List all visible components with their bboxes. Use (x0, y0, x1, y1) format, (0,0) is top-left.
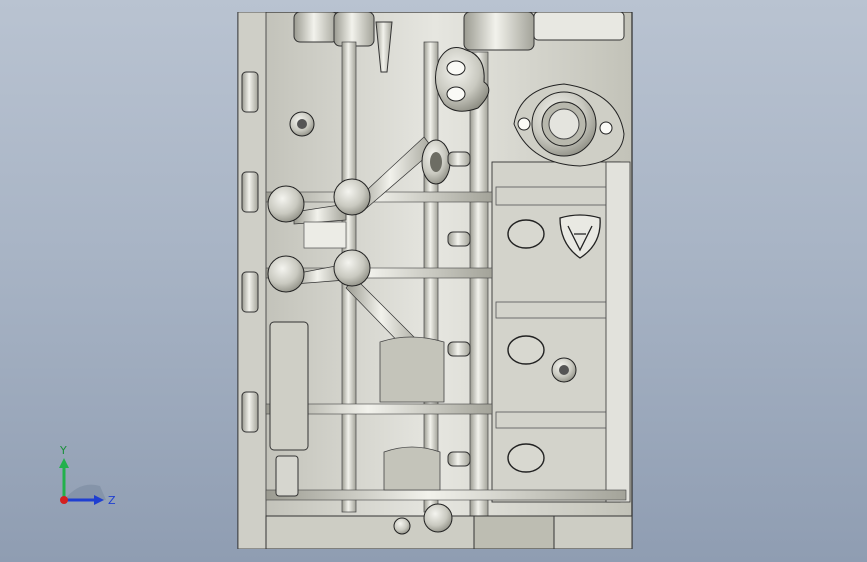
bottom-boss (423, 503, 453, 533)
z-axis-label: Z (108, 494, 116, 507)
y-axis-arrow-icon (59, 458, 69, 468)
lower-pad (269, 321, 309, 451)
node-3 (267, 255, 305, 293)
top-boss-3 (463, 12, 535, 51)
top-boss-2 (333, 12, 375, 47)
oval-window-1 (507, 219, 545, 249)
node-1 (267, 185, 305, 223)
node-4 (333, 249, 371, 287)
triad-shadow (64, 484, 106, 500)
top-boss-4 (533, 12, 625, 41)
rib-4 (265, 489, 627, 501)
node-2 (333, 178, 371, 216)
engine-block-model[interactable] (234, 12, 634, 549)
axis-triad: Y Z (59, 444, 116, 507)
x-axis-dot (60, 496, 68, 504)
oval-window-2 (507, 335, 545, 365)
cavity-2 (383, 446, 441, 491)
cavity-1 (379, 336, 445, 403)
oval-window-3 (507, 443, 545, 473)
right-edge (605, 161, 631, 503)
cavity-3 (303, 221, 347, 249)
graphics-viewport[interactable]: Y Z (0, 0, 867, 562)
top-boss-1 (293, 12, 339, 43)
y-axis-label: Y (59, 444, 67, 457)
rail-3 (469, 51, 489, 523)
